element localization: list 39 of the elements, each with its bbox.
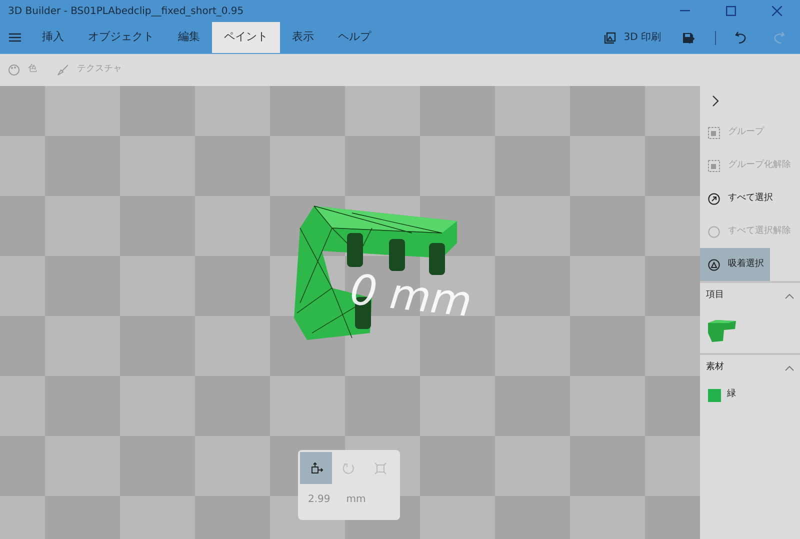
group-icon [708, 126, 720, 138]
side-action-button[interactable]: すべて選択 [700, 182, 800, 215]
material-item[interactable]: 緑 [700, 381, 800, 409]
menu-tab[interactable]: 表示 [280, 22, 326, 53]
circle-icon [708, 226, 720, 238]
side-action-button[interactable]: 吸着選択 [700, 248, 770, 281]
menu-icon [9, 33, 21, 42]
rotate-icon [342, 462, 354, 474]
chevron-up-icon [785, 294, 794, 298]
menu-tab[interactable]: 挿入 [30, 22, 76, 53]
menu-tab[interactable]: 編集 [166, 22, 212, 53]
undo-icon [735, 31, 747, 44]
redo-icon [773, 31, 785, 44]
chevron-up-icon [785, 366, 794, 370]
section-header[interactable]: 素材 [700, 355, 800, 381]
close-icon [772, 6, 782, 16]
ungroup-icon [708, 160, 720, 172]
section-header[interactable]: 項目 [700, 283, 800, 309]
transform-tool-button[interactable] [300, 452, 332, 484]
menu-tab[interactable]: オブジェクト [76, 22, 166, 53]
unit-label: mm [346, 493, 366, 507]
print-button[interactable]: 3D 印刷 [604, 30, 661, 45]
dimension-label: 0 mm [347, 264, 475, 328]
snap-icon [708, 258, 720, 270]
maximize-icon [726, 6, 736, 16]
brush-icon [57, 64, 69, 76]
scale-icon [374, 462, 386, 474]
print-icon [604, 32, 616, 44]
minimize-icon [680, 10, 690, 12]
save-icon [682, 32, 694, 44]
select-all-icon [708, 192, 720, 204]
move-icon [310, 462, 322, 474]
window-title: 3D Builder - BS01PLAbedclip__fixed_short_0.95 [8, 4, 244, 18]
model-thumbnail[interactable] [706, 319, 736, 343]
menu-tab[interactable]: ペイント [212, 22, 280, 53]
palette-icon [8, 64, 20, 76]
chevron-right-icon [712, 95, 718, 107]
value-field[interactable]: 2.99 [308, 492, 330, 507]
menu-tab[interactable]: ヘルプ [326, 22, 383, 53]
